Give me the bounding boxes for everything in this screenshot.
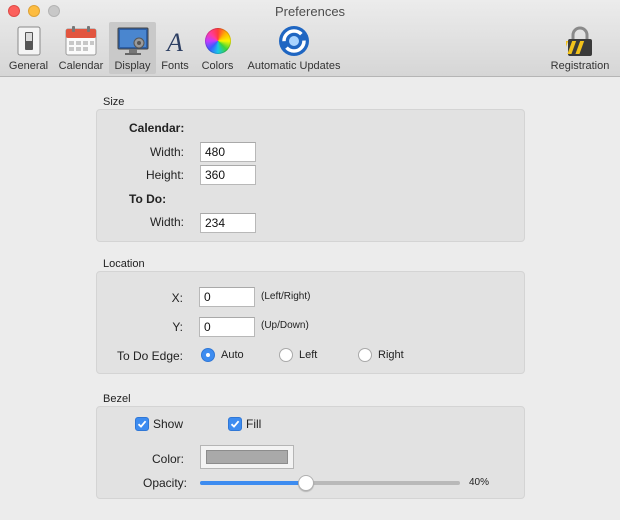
toolbar-label: Fonts [161,60,189,72]
calendar-width-field[interactable] [200,142,256,162]
checkmark-icon[interactable] [135,417,149,431]
todo-width-field[interactable] [200,213,256,233]
show-checkbox-label: Show [153,417,184,431]
x-label: X: [171,291,183,305]
edge-radio-auto[interactable]: Auto [201,348,244,362]
location-section-title: Location [103,258,145,270]
location-group-box: X: (Left/Right) Y: (Up/Down) To Do Edge:… [96,271,525,374]
calendar-icon [64,24,98,58]
toolbar-label: Display [114,60,151,72]
toolbar-registration[interactable]: Registration [545,22,615,74]
svg-text:A: A [165,28,183,56]
title-bar-toolbar: Preferences General Calendar Display A F… [0,0,620,77]
toolbar-label: Automatic Updates [247,60,341,72]
color-label: Color: [151,452,184,466]
todo-width-label: Width: [149,215,184,229]
radio-button[interactable] [279,348,293,362]
show-checkbox[interactable]: Show [135,417,183,431]
todo-heading: To Do: [129,192,167,206]
bezel-section-title: Bezel [103,393,131,405]
display-icon [116,24,150,58]
radio-button[interactable] [358,348,372,362]
calendar-heading: Calendar: [129,121,185,135]
edge-radio-left[interactable]: Left [279,348,317,362]
edge-radio-auto-label: Auto [221,349,244,361]
checkmark-icon[interactable] [228,417,242,431]
toolbar-general[interactable]: General [6,22,51,74]
color-well[interactable] [200,445,294,469]
edge-radio-left-label: Left [299,349,318,361]
toolbar-label: Colors [201,60,234,72]
todo-edge-label: To Do Edge: [116,349,183,363]
size-group-box: Calendar: Width: Height: To Do: Width: [96,109,525,242]
opacity-label: Opacity: [142,476,187,490]
window-title: Preferences [274,4,346,19]
padlock-icon [563,24,597,58]
x-hint: (Left/Right) [261,291,311,302]
opacity-value: 40% [469,477,490,488]
y-field[interactable] [199,317,255,337]
switch-icon [12,24,46,58]
toolbar-label: General [8,60,49,72]
edge-radio-right-label: Right [378,349,404,361]
slider-knob[interactable] [297,475,314,491]
calendar-width-label: Width: [149,145,184,159]
toolbar-display[interactable]: Display [109,22,156,74]
toolbar-label: Registration [550,60,610,72]
size-section-title: Size [103,96,125,108]
toolbar-colors[interactable]: Colors [197,22,238,74]
x-field[interactable] [199,287,255,307]
toolbar-calendar[interactable]: Calendar [55,22,107,74]
toolbar-fonts[interactable]: A Fonts [157,22,193,74]
font-icon: A [158,24,192,58]
bezel-group-box: Show Fill Color: Opacity: 40% [96,406,525,499]
toolbar-label: Calendar [58,60,104,72]
y-label: Y: [172,320,183,334]
fill-checkbox[interactable]: Fill [228,417,261,431]
color-wheel-icon [201,24,235,58]
y-hint: (Up/Down) [261,320,309,331]
slider-fill [200,481,306,485]
edge-radio-right[interactable]: Right [358,348,404,362]
fill-checkbox-label: Fill [246,417,262,431]
radio-button-selected[interactable] [201,348,215,362]
sync-icon [277,24,311,58]
calendar-height-label: Height: [145,168,184,182]
color-swatch [206,450,288,464]
preferences-window: Preferences General Calendar Display A F… [0,0,620,520]
calendar-height-field[interactable] [200,165,256,185]
opacity-slider[interactable] [200,475,460,491]
toolbar-automatic-updates[interactable]: Automatic Updates [241,22,347,74]
